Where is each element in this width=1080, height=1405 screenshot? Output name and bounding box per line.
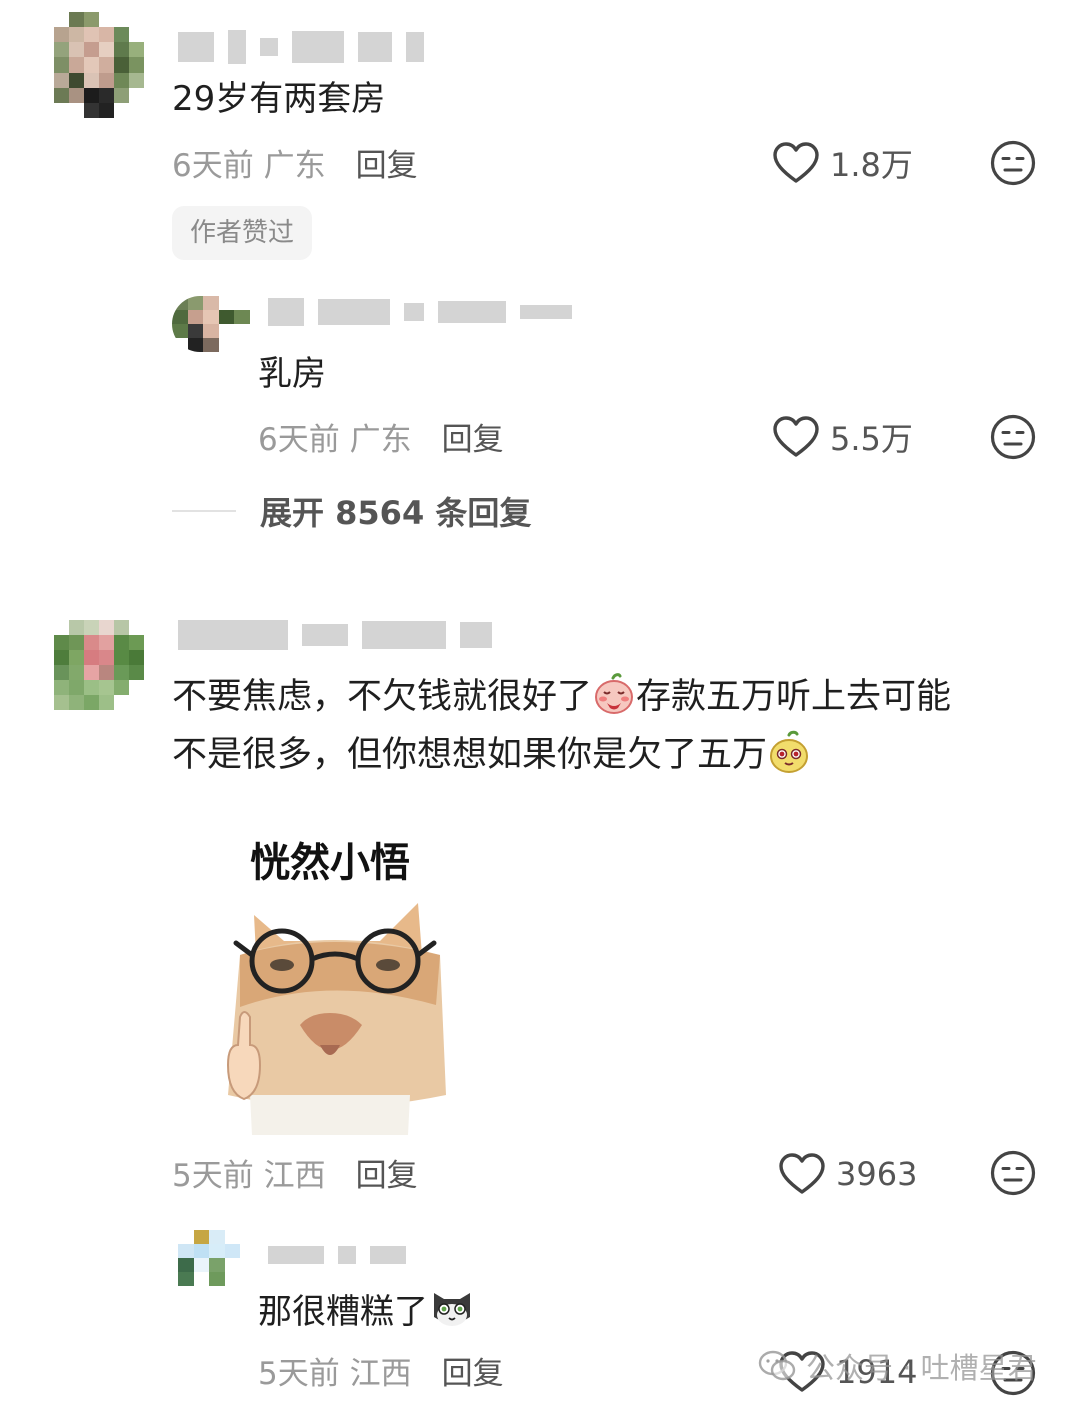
heart-outline-icon — [779, 1153, 825, 1194]
sticker-caption: 恍然小悟 — [250, 840, 410, 886]
comment-text-part: 不要焦虑，不欠钱就很好了 — [172, 677, 593, 717]
comment-location: 广东 — [263, 148, 326, 184]
like-count: 3963 — [836, 1155, 918, 1193]
avatar[interactable] — [54, 620, 144, 710]
heart-outline-icon — [773, 416, 819, 457]
reply-text-part: 那很糟糕了 — [258, 1292, 428, 1332]
expand-replies-label: 展开 8564 条回复 — [260, 494, 532, 532]
cat-with-glasses-sticker[interactable] — [210, 895, 450, 1135]
heart-outline-icon — [773, 142, 819, 183]
comment-text: 不要焦虑，不欠钱就很好了 存款五万听上去可能 不是很多，但你想想如果你是欠了五万 — [172, 668, 951, 784]
meh-face-icon[interactable] — [990, 140, 1036, 186]
reply-time: 5天前 — [258, 1356, 340, 1392]
reply-meta: 5天前 江西 回复 — [258, 1348, 504, 1393]
reply-time: 6天前 — [258, 422, 340, 458]
expand-replies-button[interactable]: 展开 8564 条回复 — [172, 488, 531, 534]
like-button[interactable]: 3963 — [778, 1152, 917, 1196]
reply-meta: 6天前 广东 回复 — [258, 414, 504, 459]
meh-face-icon[interactable] — [990, 1150, 1036, 1196]
blushing-fruit-emoji-icon — [595, 673, 634, 714]
username-blurred[interactable] — [268, 298, 572, 326]
username-blurred[interactable] — [268, 1246, 406, 1264]
reply-button[interactable]: 回复 — [442, 414, 504, 459]
author-liked-badge: 作者赞过 — [172, 206, 313, 260]
wechat-icon — [758, 1350, 796, 1381]
meh-face-icon[interactable] — [990, 414, 1036, 460]
like-count: 5.5万 — [830, 420, 913, 458]
comment-meta: 5天前 江西 回复 — [172, 1150, 418, 1195]
reply-text: 乳房 — [258, 354, 326, 394]
reply-button[interactable]: 回复 — [356, 1150, 418, 1195]
comment-time: 6天前 — [172, 148, 254, 184]
reply-location: 广东 — [349, 422, 412, 458]
like-button[interactable]: 5.5万 — [772, 414, 913, 460]
reply-button[interactable]: 回复 — [356, 140, 418, 185]
comment-meta: 6天前 广东 回复 — [172, 140, 418, 185]
comment-location: 江西 — [263, 1158, 326, 1194]
username-blurred[interactable] — [178, 620, 492, 650]
watermark-text: 公众号 · 吐槽星君 — [806, 1351, 1037, 1385]
watermark: 公众号 · 吐槽星君 — [758, 1345, 1037, 1387]
reply-location: 江西 — [349, 1356, 412, 1392]
reply-text: 那很糟糕了 — [258, 1283, 476, 1332]
avatar[interactable] — [172, 296, 250, 352]
avatar[interactable] — [178, 1230, 256, 1286]
avatar[interactable] — [54, 12, 144, 118]
comment-text-part: 不是很多，但你想想如果你是欠了五万 — [172, 735, 768, 775]
comment-text: 29岁有两套房 — [172, 79, 386, 119]
comment-text-part: 存款五万听上去可能 — [636, 677, 952, 717]
like-count: 1.8万 — [830, 146, 913, 184]
username-blurred[interactable] — [178, 30, 424, 64]
pear-face-emoji-icon — [770, 730, 809, 773]
divider — [172, 510, 236, 512]
comment-time: 5天前 — [172, 1158, 254, 1194]
cat-face-emoji-icon — [434, 1293, 470, 1326]
reply-button[interactable]: 回复 — [442, 1348, 504, 1393]
like-button[interactable]: 1.8万 — [772, 140, 913, 186]
